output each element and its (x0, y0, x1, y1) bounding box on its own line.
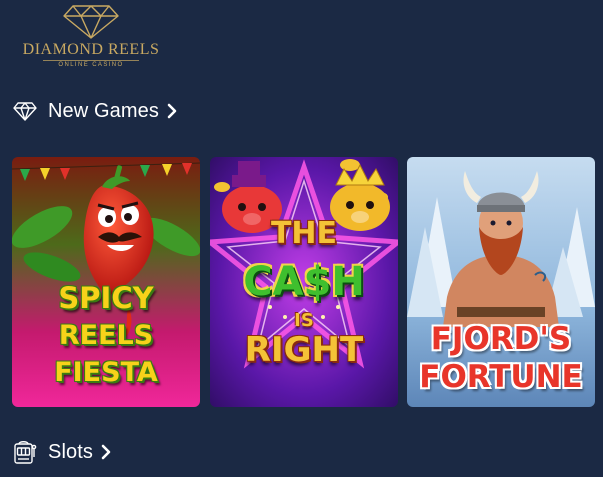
game-title-line: IS (294, 310, 314, 331)
slots-label: Slots (48, 440, 93, 463)
game-title-line: FIESTA (54, 357, 158, 388)
game-title-line: RIGHT (244, 330, 364, 370)
slots-section-header[interactable]: Slots (12, 439, 111, 465)
brand-divider (43, 60, 139, 61)
chevron-right-icon[interactable] (101, 444, 111, 460)
brand-subtitle: ONLINE CASINO (58, 62, 124, 68)
game-card-fjords-fortune[interactable]: FJORD'S FORTUNE (407, 157, 595, 407)
new-games-label: New Games (48, 99, 159, 122)
game-title-line: REELS (58, 320, 154, 351)
game-title-line: SPICY (58, 281, 154, 315)
slot-machine-icon (12, 439, 38, 465)
game-card-the-cash-is-right[interactable]: THE CA$H IS RIGHT (210, 157, 398, 407)
diamond-icon (63, 5, 119, 39)
game-title-line: FJORD'S (430, 321, 572, 357)
new-games-section-header[interactable]: New Games (12, 98, 177, 124)
game-card-spicy-reels-fiesta[interactable]: SPICY REELS FIESTA (12, 157, 200, 407)
brand-logo[interactable]: DIAMOND REELS ONLINE CASINO (20, 2, 162, 74)
game-title-line: CA$H (243, 259, 365, 305)
diamond-outline-icon (12, 98, 38, 124)
game-title-line: THE (270, 216, 338, 251)
brand-title: DIAMOND REELS (22, 41, 160, 58)
chevron-right-icon[interactable] (167, 103, 177, 119)
game-title-line: FORTUNE (419, 359, 583, 395)
